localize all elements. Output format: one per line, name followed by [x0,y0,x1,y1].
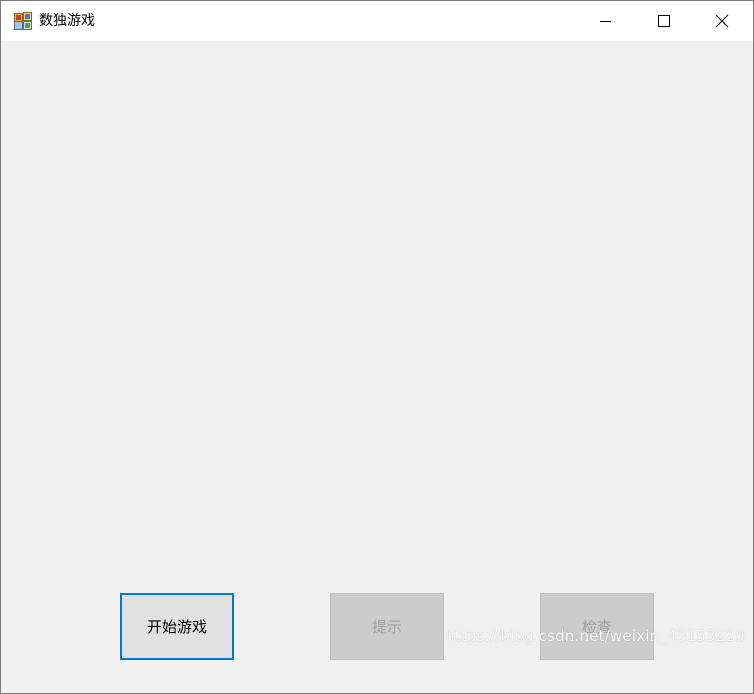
hint-button[interactable]: 提示 [330,593,444,660]
maximize-button[interactable] [641,1,687,41]
form-client-area: 开始游戏 提示 检查 [1,41,753,693]
maximize-icon [658,15,670,27]
minimize-button[interactable] [583,1,629,41]
app-icon [14,12,32,30]
app-window: 数独游戏 开始游戏 提示 检查 https://blog.csdn.net/we… [0,0,754,694]
title-bar[interactable]: 数独游戏 [1,1,753,41]
start-game-button[interactable]: 开始游戏 [120,593,234,660]
close-button[interactable] [699,1,745,41]
close-icon [715,14,729,28]
minimize-icon [600,15,612,27]
window-title: 数独游戏 [39,13,95,29]
watermark-text: https://blog.csdn.net/weixin_43153229 [445,627,745,645]
